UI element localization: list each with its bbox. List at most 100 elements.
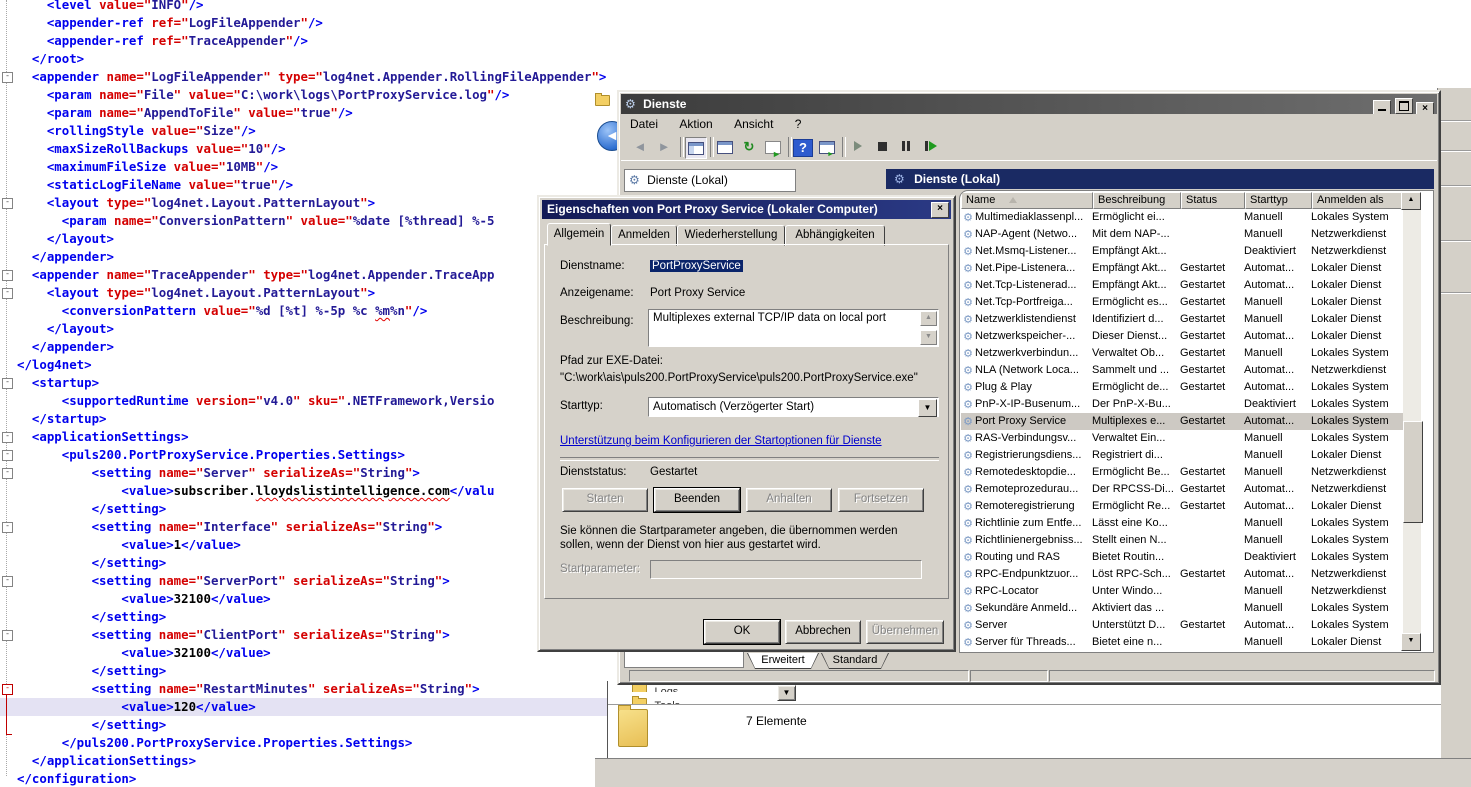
- scrollbar-track[interactable]: [1403, 209, 1421, 651]
- tree-item-logs[interactable]: Logs: [654, 686, 678, 692]
- startoptions-help-link[interactable]: Unterstützung beim Konfigurieren der Sta…: [560, 435, 882, 447]
- code-line[interactable]: </layout>: [0, 320, 622, 338]
- code-line[interactable]: </puls200.PortProxyService.Properties.Se…: [0, 734, 622, 752]
- code-line[interactable]: <value>subscriber.lloydslistintelligence…: [0, 482, 622, 500]
- service-row[interactable]: ⚙NetzwerklistendienstIdentifiziert d...G…: [961, 311, 1403, 328]
- beenden-button[interactable]: Beenden: [654, 488, 740, 512]
- service-row[interactable]: ⚙Routing und RASBietet Routin...Deaktivi…: [961, 549, 1403, 566]
- service-row[interactable]: ⚙Port Proxy ServiceMultiplexes e...Gesta…: [961, 413, 1403, 430]
- code-area[interactable]: <level value="INFO"/> <appender-ref ref=…: [0, 0, 622, 787]
- code-line[interactable]: </configuration>: [0, 770, 622, 787]
- service-row[interactable]: ⚙Richtlinienergebniss...Stellt einen N..…: [961, 532, 1403, 549]
- tab-erweitert[interactable]: Erweitert: [748, 653, 818, 668]
- service-row[interactable]: ⚙Net.Msmq-Listener...Empfängt Akt...Deak…: [961, 243, 1403, 260]
- chevron-down-icon[interactable]: ▼: [918, 399, 937, 417]
- menu-aktion[interactable]: Aktion: [670, 114, 721, 134]
- code-line[interactable]: <value>32100</value>: [0, 590, 622, 608]
- service-row[interactable]: ⚙Plug & PlayErmöglicht de...GestartetAut…: [961, 379, 1403, 396]
- code-line[interactable]: </log4net>: [0, 356, 622, 374]
- code-line[interactable]: <applicationSettings>: [0, 428, 622, 446]
- code-line[interactable]: <setting name="Server" serializeAs="Stri…: [0, 464, 622, 482]
- service-row[interactable]: ⚙Net.Tcp-Listenerad...Empfängt Akt...Ges…: [961, 277, 1403, 294]
- code-line[interactable]: <level value="INFO"/>: [0, 0, 622, 14]
- service-row[interactable]: ⚙RPC-Endpunktzuor...Löst RPC-Sch...Gesta…: [961, 566, 1403, 583]
- code-line[interactable]: <param name="ConversionPattern" value="%…: [0, 212, 622, 230]
- export-list-icon[interactable]: ►: [763, 137, 783, 157]
- menu-datei[interactable]: Datei: [621, 114, 667, 134]
- start-service-icon[interactable]: [848, 137, 868, 157]
- service-row[interactable]: ⚙Server für Threads...Bietet eine n...Ma…: [961, 634, 1403, 651]
- scrollbar-up-button[interactable]: ▲: [1401, 192, 1421, 210]
- services-titlebar[interactable]: ⚙ Dienste ×: [621, 94, 1437, 114]
- service-row[interactable]: ⚙Net.Tcp-Portfreiga...Ermöglicht es...Ge…: [961, 294, 1403, 311]
- back-icon[interactable]: ◄: [630, 137, 650, 157]
- anhalten-button[interactable]: Anhalten: [746, 488, 832, 512]
- code-fold-toggle[interactable]: -: [2, 270, 13, 281]
- code-line[interactable]: <appender-ref ref="TraceAppender"/>: [0, 32, 622, 50]
- refresh-icon[interactable]: ↻: [739, 137, 759, 157]
- tab-wiederherstellung[interactable]: Wiederherstellung: [677, 225, 785, 246]
- code-line[interactable]: <appender name="TraceAppender" type="log…: [0, 266, 622, 284]
- forward-icon[interactable]: ►: [654, 137, 674, 157]
- service-row[interactable]: ⚙Remotedesktopdie...Ermöglicht Be...Gest…: [961, 464, 1403, 481]
- code-line[interactable]: </applicationSettings>: [0, 752, 622, 770]
- code-line[interactable]: <maximumFileSize value="10MB"/>: [0, 158, 622, 176]
- service-row[interactable]: ⚙Richtlinie zum Entfe...Lässt eine Ko...…: [961, 515, 1403, 532]
- maximize-button[interactable]: [1395, 98, 1413, 114]
- code-line[interactable]: <puls200.PortProxyService.Properties.Set…: [0, 446, 622, 464]
- tab-anmelden[interactable]: Anmelden: [611, 225, 677, 246]
- xml-config-editor[interactable]: <level value="INFO"/> <appender-ref ref=…: [0, 0, 622, 787]
- service-row[interactable]: ⚙Net.Pipe-Listenera...Empfängt Akt...Ges…: [961, 260, 1403, 277]
- service-row[interactable]: ⚙NAP-Agent (Netwo...Mit dem NAP-...Manue…: [961, 226, 1403, 243]
- code-line[interactable]: <staticLogFileName value="true"/>: [0, 176, 622, 194]
- service-row[interactable]: ⚙NLA (Network Loca...Sammelt und ...Gest…: [961, 362, 1403, 379]
- code-line[interactable]: </layout>: [0, 230, 622, 248]
- column-header-status[interactable]: Status: [1181, 192, 1245, 209]
- code-line[interactable]: <appender-ref ref="LogFileAppender"/>: [0, 14, 622, 32]
- service-row[interactable]: ⚙Sekundäre Anmeld...Aktiviert das ...Man…: [961, 600, 1403, 617]
- starten-button[interactable]: Starten: [562, 488, 648, 512]
- dienstname-value[interactable]: PortProxyService: [650, 260, 743, 272]
- code-line[interactable]: <param name="AppendToFile" value="true"/…: [0, 104, 622, 122]
- code-line[interactable]: </setting>: [0, 716, 622, 734]
- restart-service-icon[interactable]: [920, 137, 940, 157]
- code-fold-toggle[interactable]: -: [2, 630, 13, 641]
- abbrechen-button[interactable]: Abbrechen: [785, 620, 861, 644]
- service-row[interactable]: ⚙PnP-X-IP-Busenum...Der PnP-X-Bu...Deakt…: [961, 396, 1403, 413]
- code-line[interactable]: <setting name="Interface" serializeAs="S…: [0, 518, 622, 536]
- code-fold-toggle[interactable]: -: [2, 198, 13, 209]
- code-line[interactable]: <value>32100</value>: [0, 644, 622, 662]
- service-row[interactable]: ⚙Netzwerkspeicher-...Dieser Dienst...Ges…: [961, 328, 1403, 345]
- console-tree-root-dienste-lokal[interactable]: ⚙ Dienste (Lokal): [624, 169, 796, 192]
- code-line[interactable]: <layout type="log4net.Layout.PatternLayo…: [0, 284, 622, 302]
- code-line[interactable]: </setting>: [0, 608, 622, 626]
- code-line[interactable]: <setting name="RestartMinutes" serialize…: [0, 680, 622, 698]
- dropdown-arrow-button[interactable]: ▼: [777, 685, 796, 701]
- code-line[interactable]: </appender>: [0, 338, 622, 356]
- code-line[interactable]: </setting>: [0, 662, 622, 680]
- scrollbar-down-button[interactable]: ▼: [1401, 633, 1421, 651]
- scroll-up-icon[interactable]: ▲: [920, 311, 937, 326]
- code-line[interactable]: </setting>: [0, 500, 622, 518]
- menu-help[interactable]: ?: [786, 114, 811, 134]
- starttyp-combobox[interactable]: Automatisch (Verzögerter Start) ▼: [648, 397, 939, 417]
- ok-button[interactable]: OK: [704, 620, 780, 644]
- code-line[interactable]: <supportedRuntime version="v4.0" sku=".N…: [0, 392, 622, 410]
- show-action-pane-icon[interactable]: ►: [817, 137, 837, 157]
- code-fold-toggle[interactable]: -: [2, 522, 13, 533]
- code-line[interactable]: <param name="File" value="C:\work\logs\P…: [0, 86, 622, 104]
- menu-ansicht[interactable]: Ansicht: [725, 114, 782, 134]
- beschreibung-field[interactable]: Multiplexes external TCP/IP data on loca…: [648, 309, 939, 347]
- code-line[interactable]: <value>120</value>: [0, 698, 622, 716]
- column-header-beschreibung[interactable]: Beschreibung: [1093, 192, 1181, 209]
- help-icon[interactable]: ?: [793, 139, 813, 157]
- column-header-starttyp[interactable]: Starttyp: [1245, 192, 1312, 209]
- code-fold-toggle[interactable]: -: [2, 288, 13, 299]
- show-console-tree-icon[interactable]: [685, 137, 707, 159]
- scrollbar-thumb[interactable]: [1403, 421, 1423, 523]
- service-row[interactable]: ⚙Remoteprozedurau...Der RPCSS-Di...Gesta…: [961, 481, 1403, 498]
- pause-service-icon[interactable]: [896, 137, 916, 157]
- code-line[interactable]: <setting name="ServerPort" serializeAs="…: [0, 572, 622, 590]
- service-row[interactable]: ⚙Netzwerkverbindun...Verwaltet Ob...Gest…: [961, 345, 1403, 362]
- service-row[interactable]: ⚙RPC-LocatorUnter Windo...ManuellNetzwer…: [961, 583, 1403, 600]
